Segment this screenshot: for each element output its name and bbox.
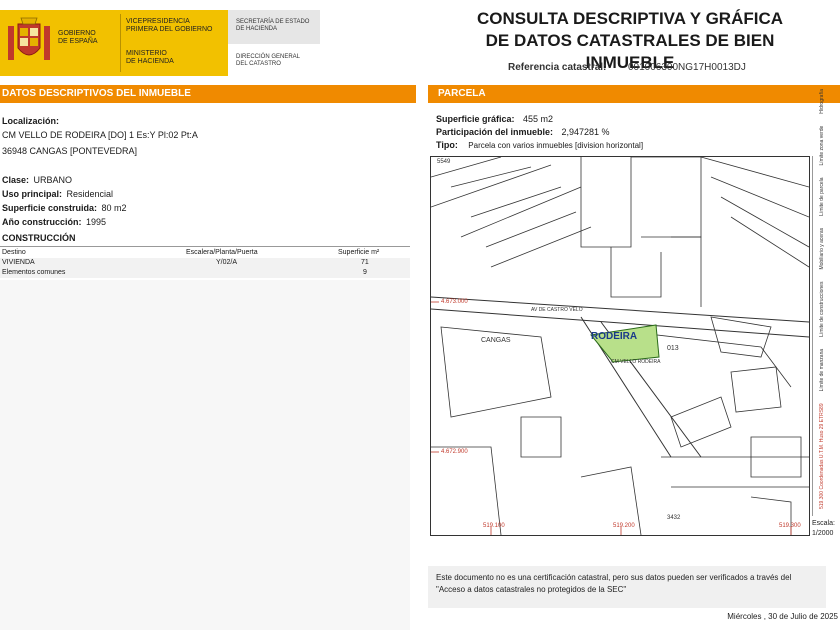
legend-item: Límite de manzana — [819, 348, 825, 392]
table-divider — [0, 246, 410, 247]
map-place-label: RODEIRA — [591, 331, 638, 342]
scale-label: Escala: — [812, 520, 835, 527]
left-empty-area — [0, 280, 410, 630]
localizacion-label: Localización: — [2, 116, 60, 126]
ministerio-text: MINISTERIO DE HACIENDA — [126, 50, 174, 65]
legend-item: Mobiliario y aceras — [819, 227, 825, 270]
legend-border — [812, 156, 840, 516]
cadastral-map-drawing — [431, 157, 809, 535]
logo-separator — [120, 14, 121, 72]
legend-item: 519.300 Coordenadas U.T.M. Huso 29 ETRS8… — [819, 403, 825, 509]
anio-row: Año construcción: 1995 — [2, 212, 106, 230]
table-cell: 71 — [361, 259, 369, 266]
table-header-destino: Destino — [2, 249, 26, 256]
reference-label: Referencia catastral: — [508, 62, 607, 73]
parcela-header: PARCELA — [428, 85, 840, 103]
localizacion-line2: 36948 CANGAS [PONTEVEDRA] — [2, 146, 138, 156]
legend-item: Límite zona verde — [819, 125, 825, 166]
table-row: VIVIENDA — [2, 259, 35, 266]
map-coord-x2: 519.200 — [613, 523, 635, 529]
anio-label: Año construcción: — [2, 217, 82, 227]
tipo-row: Tipo: Parcela con varios inmuebles [divi… — [436, 135, 643, 153]
map-top-label: 5549 — [437, 159, 451, 165]
document-date: Miércoles , 30 de Julio de 2025 — [727, 612, 838, 621]
legend-item: Hidrografía — [819, 89, 825, 114]
anio-value: 1995 — [85, 217, 106, 227]
coat-of-arms-icon — [8, 17, 50, 60]
reference-value: 001006300NG17H0013DJ — [628, 62, 746, 73]
legend-item: Límite de parcela — [819, 177, 825, 216]
localizacion-line1: CM VELLO DE RODEIRA [DO] 1 Es:Y Pl:02 Pt… — [2, 130, 198, 140]
disclaimer-note: Este documento no es una certificación c… — [428, 566, 826, 608]
table-row: Elementos comunes — [2, 269, 66, 276]
map-coord-x3: 519.300 — [779, 523, 801, 529]
tipo-value: Parcela con varios inmuebles [division h… — [468, 141, 644, 150]
gobierno-text: GOBIERNO DE ESPAÑA — [58, 30, 98, 45]
map-coord-y2: 4.672.900 — [441, 449, 468, 455]
map-street2-label: CM VELLO RODEIRA — [611, 359, 661, 365]
map-street1-label: AV DE CASTRO VELO — [531, 307, 583, 313]
descriptive-data-header: DATOS DESCRIPTIVOS DEL INMUEBLE — [0, 85, 416, 103]
direccion-text: DIRECCIÓN GENERAL DEL CATASTRO — [236, 54, 301, 67]
map-coord-x1: 519.100 — [483, 523, 505, 529]
table-header-superficie: Superficie m² — [338, 249, 380, 256]
vicepresidencia-text: VICEPRESIDENCIA PRIMERA DEL GOBIERNO — [126, 18, 213, 33]
map-coord-y1: 4.673.000 — [441, 299, 468, 305]
cadastral-map[interactable]: RODEIRA 013 CANGAS AV DE CASTRO VELO CM … — [430, 156, 810, 536]
map-bottom-label: 3432 — [667, 515, 681, 521]
secretaria-text: SECRETARÍA DE ESTADO DE HACIENDA — [236, 19, 310, 32]
table-cell: Y/02/A — [216, 259, 238, 266]
scale-value: 1/2000 — [812, 530, 834, 537]
map-cangas-label: CANGAS — [481, 337, 511, 344]
map-legend: 519.300 Coordenadas U.T.M. Huso 29 ETRS8… — [812, 89, 840, 516]
construccion-title: CONSTRUCCIÓN — [2, 233, 76, 243]
map-parcel-label: 013 — [667, 345, 679, 352]
table-cell: 9 — [363, 269, 367, 276]
tipo-label: Tipo: — [436, 140, 458, 150]
legend-item: Límite de construcciones — [819, 281, 825, 337]
table-header-escalera: Escalera/Planta/Puerta — [186, 249, 258, 256]
